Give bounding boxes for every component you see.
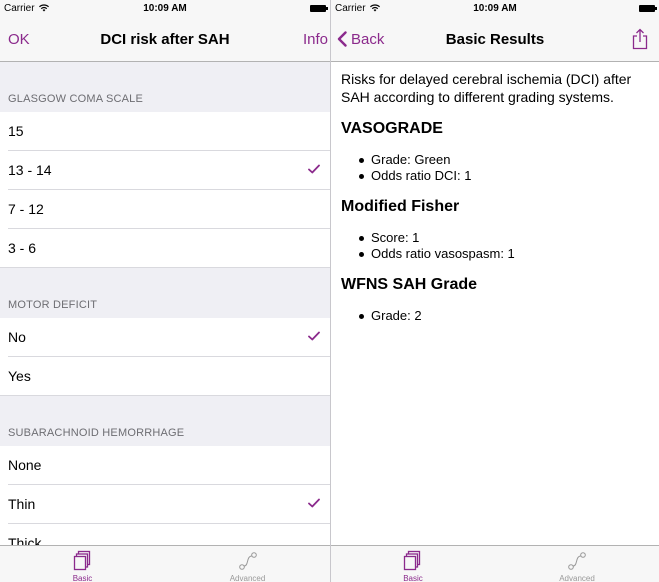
option-cell[interactable]: 15 [0, 112, 330, 151]
status-time: 10:09 AM [143, 3, 187, 14]
tab-bar: Basic Advanced [0, 545, 330, 582]
option-cell[interactable]: Thin [0, 485, 330, 524]
result-item: Grade: Green [359, 152, 649, 168]
option-cell[interactable]: No [0, 318, 330, 357]
basic-icon [403, 550, 421, 571]
checkmark-icon [308, 164, 320, 174]
option-label: 7 - 12 [8, 201, 44, 217]
checkmark-icon [308, 331, 320, 341]
result-list: Grade: Green Odds ratio DCI: 1 [341, 152, 649, 184]
option-label: 15 [8, 123, 24, 139]
option-label: None [8, 457, 42, 473]
tab-advanced-label: Advanced [229, 574, 266, 582]
checkmark-icon [308, 498, 320, 508]
option-cell[interactable]: 13 - 14 [0, 151, 330, 190]
status-bar: Carrier 10:09 AM [331, 0, 659, 17]
results-content: Risks for delayed cerebral ischemia (DCI… [331, 62, 659, 545]
result-list: Score: 1 Odds ratio vasospasm: 1 [341, 230, 649, 262]
page-title: Basic Results [445, 31, 545, 48]
result-item: Odds ratio vasospasm: 1 [359, 246, 649, 262]
option-label: Yes [8, 368, 31, 384]
option-cell[interactable]: 7 - 12 [0, 190, 330, 229]
page-title: DCI risk after SAH [100, 31, 230, 48]
nav-bar: OK DCI risk after SAH Info [0, 17, 330, 62]
tab-basic-label: Basic [403, 574, 423, 582]
status-time: 10:09 AM [473, 3, 517, 14]
advanced-icon [568, 552, 586, 570]
result-list: Grade: 2 [341, 308, 649, 324]
basic-results-screen: Carrier 10:09 AM Back Basic Results Risk… [331, 0, 659, 582]
result-groups: VASOGRADE Grade: Green Odds ratio DCI: 1 Mo… [341, 120, 649, 324]
result-item: Score: 1 [359, 230, 649, 246]
tab-advanced[interactable]: Advanced [165, 546, 330, 582]
result-item: Grade: 2 [359, 308, 649, 324]
results-intro: Risks for delayed cerebral ischemia (DCI… [341, 71, 632, 105]
section-header-label: SUBARACHNOID HEMORRHAGE [8, 427, 185, 439]
tab-basic[interactable]: Basic [0, 546, 165, 582]
result-item: Odds ratio DCI: 1 [359, 168, 649, 184]
option-label: 3 - 6 [8, 240, 37, 256]
section-header-label: GLASGOW COMA SCALE [8, 93, 144, 105]
tab-advanced[interactable]: Advanced [495, 546, 659, 582]
option-label: No [8, 329, 26, 345]
option-label: Thick [8, 535, 42, 545]
section-header-label: MOTOR DEFICIT [8, 299, 98, 311]
option-cell[interactable]: None [0, 446, 330, 485]
advanced-icon [238, 552, 257, 570]
section-header: MOTOR DEFICIT [0, 268, 330, 318]
tab-bar: Basic Advanced [331, 545, 659, 582]
tab-basic-label: Basic [72, 574, 93, 582]
result-group-title: VASOGRADE [341, 120, 443, 137]
tab-advanced-label: Advanced [559, 574, 595, 582]
result-group-title: Modified Fisher [341, 198, 460, 215]
result-group-title: WFNS SAH Grade [341, 276, 478, 293]
nav-bar: Back Basic Results [331, 17, 659, 62]
section-header: GLASGOW COMA SCALE [0, 62, 330, 112]
info-button[interactable]: Info [303, 17, 328, 62]
options-table: GLASGOW COMA SCALE 15 13 - 14 7 - 12 3 - 6 MO… [0, 62, 330, 545]
share-icon[interactable] [631, 28, 649, 50]
status-bar: Carrier 10:09 AM [0, 0, 330, 17]
section-header: SUBARACHNOID HEMORRHAGE [0, 396, 330, 446]
dci-risk-screen: Carrier 10:09 AM OK DCI risk after SAH I… [0, 0, 330, 582]
option-cell[interactable]: 3 - 6 [0, 229, 330, 268]
option-label: 13 - 14 [8, 162, 52, 178]
battery-icon [310, 5, 328, 12]
battery-icon [639, 5, 657, 12]
basic-icon [73, 550, 90, 571]
option-cell[interactable]: Yes [0, 357, 330, 396]
tab-basic[interactable]: Basic [331, 546, 495, 582]
option-label: Thin [8, 496, 36, 512]
option-cell[interactable]: Thick [0, 524, 330, 545]
